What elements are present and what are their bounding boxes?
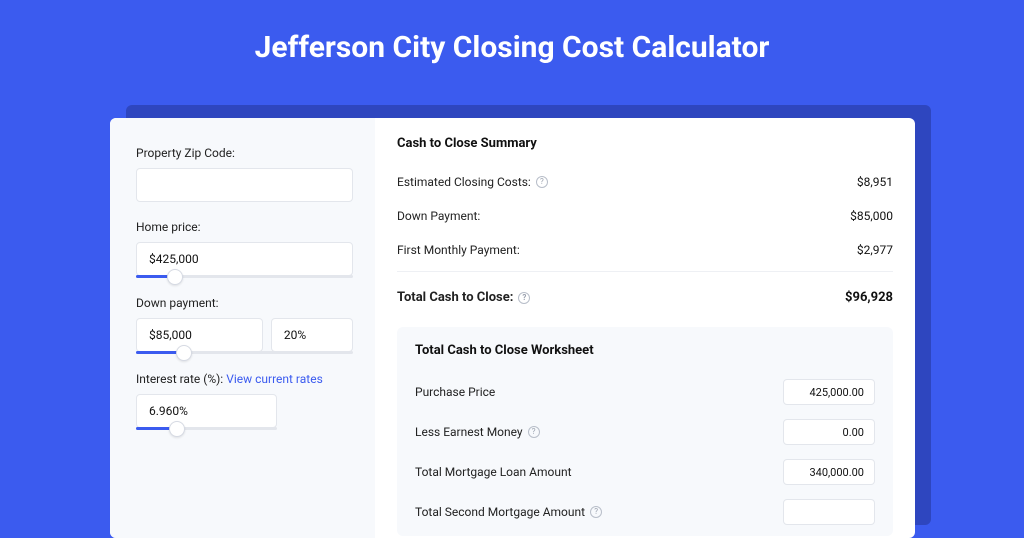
purchase-price-input[interactable] — [783, 379, 875, 405]
view-rates-link[interactable]: View current rates — [226, 372, 323, 386]
zip-label: Property Zip Code: — [136, 146, 353, 160]
less-earnest-input[interactable] — [783, 419, 875, 445]
second-mortgage-label: Total Second Mortgage Amount — [415, 505, 585, 519]
down-payment-input[interactable] — [136, 318, 263, 352]
interest-slider-thumb[interactable] — [169, 421, 185, 437]
ws-row-less-earnest: Less Earnest Money ? — [415, 412, 875, 452]
ws-row-second-mortgage: Total Second Mortgage Amount ? — [415, 492, 875, 532]
calculator-card: Property Zip Code: Home price: Down paym… — [110, 118, 915, 538]
purchase-price-label: Purchase Price — [415, 385, 495, 399]
row-down-payment: Down Payment: $85,000 — [397, 201, 893, 235]
row-total: Total Cash to Close: ? $96,928 — [397, 282, 893, 317]
home-price-group: Home price: — [136, 220, 353, 278]
total-value: $96,928 — [845, 290, 893, 305]
down-payment-pct-input[interactable] — [271, 318, 353, 352]
interest-label-container: Interest rate (%): View current rates — [136, 372, 353, 386]
interest-input[interactable] — [136, 394, 277, 428]
worksheet-title: Total Cash to Close Worksheet — [415, 343, 875, 358]
mortgage-loan-input[interactable] — [783, 459, 875, 485]
ws-row-purchase-price: Purchase Price — [415, 372, 875, 412]
summary-down-payment-label: Down Payment: — [397, 209, 480, 223]
first-payment-label: First Monthly Payment: — [397, 243, 520, 257]
down-payment-label: Down payment: — [136, 296, 353, 310]
row-closing-costs: Estimated Closing Costs: ? $8,951 — [397, 167, 893, 201]
home-price-slider-thumb[interactable] — [167, 269, 183, 285]
home-price-slider[interactable] — [136, 275, 353, 278]
closing-costs-value: $8,951 — [857, 175, 893, 189]
first-payment-value: $2,977 — [857, 243, 893, 257]
results-panel: Cash to Close Summary Estimated Closing … — [375, 118, 915, 538]
total-label: Total Cash to Close: — [397, 290, 513, 305]
row-first-payment: First Monthly Payment: $2,977 — [397, 235, 893, 269]
divider — [397, 271, 893, 272]
zip-input[interactable] — [136, 168, 353, 202]
less-earnest-label: Less Earnest Money — [415, 425, 523, 439]
summary-title: Cash to Close Summary — [397, 136, 893, 151]
info-icon[interactable]: ? — [528, 426, 540, 438]
second-mortgage-input[interactable] — [783, 499, 875, 525]
worksheet-panel: Total Cash to Close Worksheet Purchase P… — [397, 327, 893, 536]
interest-label: Interest rate (%): — [136, 372, 223, 386]
info-icon[interactable]: ? — [536, 176, 548, 188]
interest-slider[interactable] — [136, 427, 277, 430]
page-title: Jefferson City Closing Cost Calculator — [0, 0, 1024, 87]
ws-row-mortgage-loan: Total Mortgage Loan Amount — [415, 452, 875, 492]
mortgage-loan-label: Total Mortgage Loan Amount — [415, 465, 572, 479]
home-price-label: Home price: — [136, 220, 353, 234]
inputs-panel: Property Zip Code: Home price: Down paym… — [110, 118, 375, 538]
info-icon[interactable]: ? — [518, 292, 530, 304]
down-payment-group: Down payment: — [136, 296, 353, 354]
down-payment-slider-thumb[interactable] — [176, 345, 192, 361]
info-icon[interactable]: ? — [590, 506, 602, 518]
closing-costs-label: Estimated Closing Costs: — [397, 175, 531, 189]
zip-group: Property Zip Code: — [136, 146, 353, 202]
down-payment-slider[interactable] — [136, 351, 353, 354]
summary-down-payment-value: $85,000 — [850, 209, 893, 223]
interest-group: Interest rate (%): View current rates — [136, 372, 353, 430]
